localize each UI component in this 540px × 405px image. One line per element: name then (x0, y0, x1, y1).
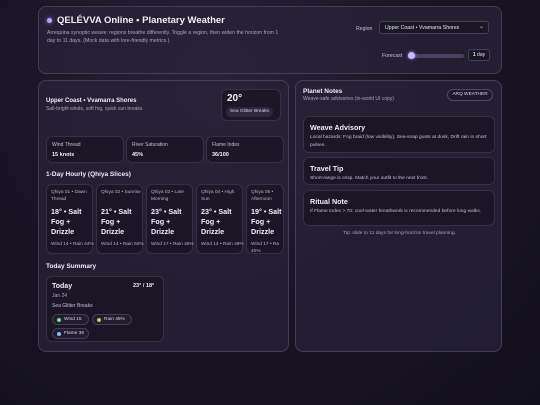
slice-time: Qhiya 04 • High Sun (201, 190, 235, 202)
today-summary-card: Today Jan 24 23° / 18° Sea Glitter Break… (46, 276, 164, 342)
metric-value: 36/100 (212, 152, 229, 158)
hourly-slice-card[interactable]: Qhiya 03 • Late Morning 23° • Salt Fog +… (146, 184, 194, 254)
note-text: Local hazards: Fog braid (low visibility… (310, 135, 487, 148)
slice-meta: Wind 17 • Rain 45% (151, 242, 194, 247)
current-condition-badge: Sea Glitter Breaks (226, 107, 273, 117)
hourly-title: 1-Day Hourly (Qhiya Slices) (46, 171, 131, 178)
metric-card-river: River Saturation 45% (126, 136, 204, 163)
chevron-down-icon: ⌄ (478, 24, 484, 30)
note-title: Weave Advisory (310, 123, 366, 132)
note-text: Short-range is crisp. Match your outfit … (310, 176, 428, 181)
slice-forecast: 19° • Salt Fog + Drizzle (251, 207, 282, 236)
summary-condition: Sea Glitter Breaks (52, 303, 93, 309)
note-title: Ritual Note (310, 197, 348, 206)
forecast-slider[interactable] (408, 52, 464, 59)
notes-tip: Tip: slide to 11 days for long-horizon t… (343, 231, 456, 236)
location-description: Salt-bright winds, soft fog, quick sun b… (46, 106, 143, 112)
slice-time: Qhiya 01 • Dawn Thread (51, 190, 87, 202)
hourly-slice-card[interactable]: Qhiya 01 • Dawn Thread 18° • Salt Fog + … (46, 184, 94, 254)
forecast-slider-thumb[interactable] (408, 52, 415, 59)
page-title: QELÉVVA Online • Planetary Weather (57, 15, 225, 26)
header-panel: QELÉVVA Online • Planetary Weather Arreq… (38, 6, 502, 74)
forecast-days-unit: day (477, 52, 486, 58)
current-temp: 20° (227, 93, 243, 104)
summary-date: Jan 24 (52, 293, 68, 299)
note-card-travel: Travel Tip Short-range is crisp. Match y… (303, 157, 495, 185)
slice-forecast: 18° • Salt Fog + Drizzle (51, 207, 82, 236)
notes-panel: Planet Notes Weave-safe advisories (in-w… (295, 80, 502, 352)
metric-label: River Saturation (132, 142, 168, 148)
slice-meta: Wind 14 • Rain 49% (201, 242, 244, 247)
region-select[interactable]: Upper Coast • Vvamarra Shores ⌄ (379, 21, 489, 34)
note-title: Travel Tip (310, 164, 344, 173)
page-subtitle: Arrequina synoptic weave: regions breath… (47, 30, 279, 44)
slice-meta: Wind 17 • Ra 40% (251, 242, 280, 254)
summary-title: Today Summary (46, 263, 97, 270)
slice-time: Qhiya 03 • Late Morning (151, 190, 184, 202)
wind-dot-icon (57, 318, 61, 322)
flame-dot-icon (57, 332, 61, 336)
notes-title: Planet Notes (303, 88, 343, 95)
slice-forecast: 21° • Salt Fog + Drizzle (101, 207, 132, 236)
forecast-days-pill: 1 day (468, 49, 490, 61)
forecast-label: Forecast (382, 53, 403, 59)
note-card-ritual: Ritual Note If Flame Index > 70: cool-wa… (303, 190, 495, 226)
chip-wind: Wind 15 (52, 314, 89, 325)
slice-forecast: 23° • Salt Fog + Drizzle (151, 207, 182, 236)
slice-time: Qhiya 02 • Sunrise (101, 190, 141, 195)
hourly-slice-card[interactable]: Qhiya 05 • Afternoon 19° • Salt Fog + Dr… (246, 184, 284, 254)
region-select-value: Upper Coast • Vvamarra Shores (385, 25, 460, 31)
slice-meta: Wind 14 • Rain 44% (51, 242, 94, 247)
slice-forecast: 23° • Salt Fog + Drizzle (201, 207, 232, 236)
chip-label: Rain 45% (104, 317, 125, 322)
notes-subtitle: Weave-safe advisories (in-world UI copy) (303, 96, 395, 102)
location-name: Upper Coast • Vvamarra Shores (46, 98, 137, 104)
metric-value: 15 knots (52, 152, 75, 158)
metric-card-flame: Flame Index 36/100 (206, 136, 284, 163)
brand-dot-icon (47, 18, 52, 23)
chip-label: Wind 15 (64, 317, 82, 322)
note-card-advisory: Weave Advisory Local hazards: Fog braid … (303, 116, 495, 153)
chip-label: Flame 36 (64, 331, 84, 336)
summary-hilo: 23° / 18° (133, 283, 155, 289)
chip-flame: Flame 36 (52, 328, 89, 339)
metric-label: Flame Index (212, 142, 240, 148)
hourly-slice-card[interactable]: Qhiya 04 • High Sun 23° • Salt Fog + Dri… (196, 184, 244, 254)
summary-day: Today (52, 283, 73, 290)
metric-card-wind: Wind Thread 15 knots (46, 136, 124, 163)
main-panel: Upper Coast • Vvamarra Shores Salt-brigh… (38, 80, 289, 352)
region-label: Region (356, 26, 373, 32)
arq-weather-button[interactable]: ARQ WEATHER (447, 89, 493, 101)
hourly-slice-card[interactable]: Qhiya 02 • Sunrise 21° • Salt Fog + Driz… (96, 184, 144, 254)
metric-label: Wind Thread (52, 142, 81, 148)
forecast-days-value: 1 (472, 52, 476, 58)
slice-time: Qhiya 05 • Afternoon (251, 190, 274, 202)
metric-value: 45% (132, 152, 144, 158)
rain-dot-icon (97, 318, 101, 322)
chip-rain: Rain 45% (92, 314, 132, 325)
current-temp-card: 20° Sea Glitter Breaks (221, 89, 281, 121)
slice-meta: Wind 14 • Rain 50% (101, 242, 144, 247)
note-text: If Flame Index > 70: cool-water breathwo… (310, 209, 482, 214)
